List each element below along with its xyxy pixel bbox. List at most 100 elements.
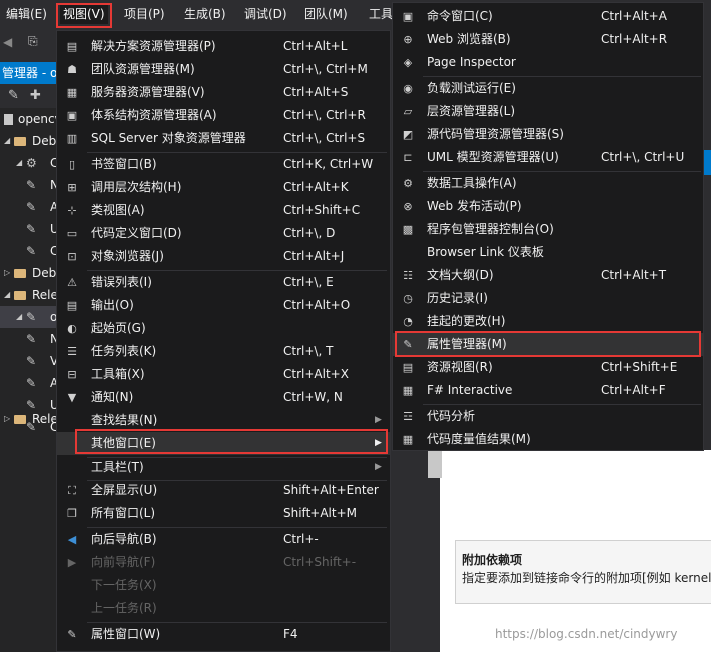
expanded-triangle-icon[interactable]: ◢ [16, 306, 22, 328]
navigate-back-icon[interactable]: ◀ [3, 35, 12, 49]
code-definition-icon: ▭ [66, 227, 78, 240]
menu-item-solution-explorer[interactable]: ▤ 解决方案资源管理器(P) Ctrl+Alt+L [57, 35, 390, 58]
menu-item-web-browser[interactable]: ⊕ Web 浏览器(B) Ctrl+Alt+R [393, 28, 703, 51]
menu-item-history[interactable]: ◷ 历史记录(I) [393, 287, 703, 310]
tree-item-file[interactable]: ✎ V [0, 350, 58, 372]
wrench-icon: ✎ [26, 376, 37, 390]
wrench-icon: ✎ [26, 244, 37, 258]
scrollbar-thumb[interactable] [428, 450, 442, 478]
tree-item-folder[interactable]: ◢ Rele [0, 284, 58, 306]
data-tools-icon: ⚙ [403, 177, 413, 190]
history-icon: ◷ [403, 292, 413, 305]
menu-item-toolbox[interactable]: ⊟ 工具箱(X) Ctrl+Alt+X [57, 363, 390, 386]
tree-item-file-selected[interactable]: ◢ ✎ o [0, 306, 58, 328]
menu-item-command-window[interactable]: ▣ 命令窗口(C) Ctrl+Alt+A [393, 5, 703, 28]
tree-item-folder[interactable]: ◢ Deb [0, 130, 58, 152]
notifications-icon: ▼ [67, 391, 77, 404]
tree-item-file[interactable]: ✎ U [0, 218, 58, 240]
task-list-icon: ☰ [67, 345, 77, 358]
tree-item-folder[interactable]: ▷ Rele [0, 408, 58, 430]
menu-build[interactable]: 生成(B) [181, 4, 229, 24]
menu-item-next-task[interactable]: 下一任务(X) [57, 574, 390, 597]
menu-item-toolbars[interactable]: 工具栏(T) ▶ [57, 456, 390, 479]
menu-item-previous-task[interactable]: 上一任务(R) [57, 597, 390, 620]
submenu-arrow-icon: ▶ [375, 415, 382, 425]
expanded-triangle-icon[interactable]: ◢ [4, 130, 10, 152]
menu-item-source-control[interactable]: ◩ 源代码管理资源管理器(S) [393, 123, 703, 146]
folder-icon [14, 137, 26, 146]
menu-item-object-browser[interactable]: ⊡ 对象浏览器(J) Ctrl+Alt+J [57, 245, 390, 268]
code-metrics-icon: ▦ [402, 433, 414, 446]
folder-icon [14, 415, 26, 424]
collapsed-triangle-icon[interactable]: ▷ [4, 408, 10, 430]
menu-item-team-explorer[interactable]: ☗ 团队资源管理器(M) Ctrl+\, Ctrl+M [57, 58, 390, 81]
folder-icon [14, 269, 26, 278]
menu-item-code-definition[interactable]: ▭ 代码定义窗口(D) Ctrl+\, D [57, 222, 390, 245]
menu-item-architecture-explorer[interactable]: ▣ 体系结构资源管理器(A) Ctrl+\, Ctrl+R [57, 104, 390, 127]
tree-item-file[interactable]: ✎ N [0, 174, 58, 196]
submenu-arrow-icon: ▶ [375, 462, 382, 472]
menu-item-pending-changes[interactable]: ◔ 挂起的更改(H) [393, 310, 703, 333]
call-hierarchy-icon: ⊞ [67, 181, 77, 194]
solution-explorer-title[interactable]: 管理器 - o [0, 62, 60, 84]
menu-team[interactable]: 团队(M) [301, 4, 351, 24]
menu-item-bookmark-window[interactable]: ▯ 书签窗口(B) Ctrl+K, Ctrl+W [57, 153, 390, 176]
menu-item-all-windows[interactable]: ❐ 所有窗口(L) Shift+Alt+M [57, 502, 390, 525]
menu-item-output[interactable]: ▤ 输出(O) Ctrl+Alt+O [57, 294, 390, 317]
tree-item-project[interactable]: opencv [0, 108, 58, 130]
tree-item-file[interactable]: ✎ C [0, 240, 58, 262]
menu-edit[interactable]: 编辑(E) [3, 4, 50, 24]
menu-item-notifications[interactable]: ▼ 通知(N) Ctrl+W, N [57, 386, 390, 409]
menu-item-navigate-back[interactable]: ◀ 向后导航(B) Ctrl+- [57, 528, 390, 551]
menu-item-fsharp-interactive[interactable]: ▦ F# Interactive Ctrl+Alt+F [393, 379, 703, 402]
architecture-explorer-icon: ▣ [66, 109, 78, 122]
menu-item-full-screen[interactable]: ⛶ 全屏显示(U) Shift+Alt+Enter [57, 479, 390, 502]
menu-item-web-publish[interactable]: ⊗ Web 发布活动(P) [393, 195, 703, 218]
menu-item-package-manager[interactable]: ▩ 程序包管理器控制台(O) [393, 218, 703, 241]
menu-item-find-results[interactable]: 查找结果(N) ▶ [57, 409, 390, 432]
menu-item-code-analysis[interactable]: ☲ 代码分析 [393, 405, 703, 428]
menu-item-data-tools[interactable]: ⚙ 数据工具操作(A) [393, 172, 703, 195]
gear-icon: ⚙ [26, 156, 37, 170]
menu-item-page-inspector[interactable]: ◈ Page Inspector [393, 51, 703, 74]
tree-item-file[interactable]: ✎ A [0, 372, 58, 394]
error-list-icon: ⚠ [67, 276, 77, 289]
tree-item-file[interactable]: ✎ N [0, 328, 58, 350]
wrench-icon[interactable]: ✎ [8, 88, 19, 103]
menu-item-document-outline[interactable]: ☷ 文档大纲(D) Ctrl+Alt+T [393, 264, 703, 287]
add-icon[interactable]: ✚ [30, 88, 41, 103]
menu-item-start-page[interactable]: ◐ 起始页(G) [57, 317, 390, 340]
pending-changes-icon: ◔ [403, 315, 413, 328]
menu-item-other-windows[interactable]: 其他窗口(E) ▶ [57, 432, 390, 455]
expanded-triangle-icon[interactable]: ◢ [4, 284, 10, 306]
tree-item-file[interactable]: ◢ ⚙ C [0, 152, 58, 174]
fsharp-interactive-icon: ▦ [402, 384, 414, 397]
menu-item-load-test[interactable]: ◉ 负载测试运行(E) [393, 77, 703, 100]
menu-view[interactable]: 视图(V) [60, 4, 108, 24]
menu-project[interactable]: 项目(P) [121, 4, 168, 24]
menu-item-error-list[interactable]: ⚠ 错误列表(I) Ctrl+\, E [57, 271, 390, 294]
project-icon [4, 114, 13, 125]
other-windows-submenu: ▣ 命令窗口(C) Ctrl+Alt+A ⊕ Web 浏览器(B) Ctrl+A… [392, 2, 704, 451]
menu-item-code-metrics[interactable]: ▦ 代码度量值结果(M) [393, 428, 703, 451]
tree-item-file[interactable]: ✎ A [0, 196, 58, 218]
menu-item-property-manager[interactable]: ✎ 属性管理器(M) [393, 333, 703, 356]
menu-item-task-list[interactable]: ☰ 任务列表(K) Ctrl+\, T [57, 340, 390, 363]
menu-item-resource-view[interactable]: ▤ 资源视图(R) Ctrl+Shift+E [393, 356, 703, 379]
menu-item-sql-server[interactable]: ▥ SQL Server 对象资源管理器 Ctrl+\, Ctrl+S [57, 127, 390, 150]
menu-item-navigate-forward[interactable]: ▶ 向前导航(F) Ctrl+Shift+- [57, 551, 390, 574]
expanded-triangle-icon[interactable]: ◢ [16, 152, 22, 174]
menu-item-class-view[interactable]: ⊹ 类视图(A) Ctrl+Shift+C [57, 199, 390, 222]
server-explorer-icon: ▦ [66, 86, 78, 99]
new-project-icon[interactable]: ⎘ [28, 34, 38, 49]
menu-debug[interactable]: 调试(D) [241, 4, 290, 24]
menu-item-uml-model[interactable]: ⊏ UML 模型资源管理器(U) Ctrl+\, Ctrl+U [393, 146, 703, 169]
solution-explorer-toolbar: ✎ ✚ [0, 84, 58, 108]
menu-item-server-explorer[interactable]: ▦ 服务器资源管理器(V) Ctrl+Alt+S [57, 81, 390, 104]
menu-item-call-hierarchy[interactable]: ⊞ 调用层次结构(H) Ctrl+Alt+K [57, 176, 390, 199]
menu-item-properties-window[interactable]: ✎ 属性窗口(W) F4 [57, 623, 390, 646]
menu-item-browser-link[interactable]: Browser Link 仪表板 [393, 241, 703, 264]
collapsed-triangle-icon[interactable]: ▷ [4, 262, 10, 284]
tree-item-folder[interactable]: ▷ Deb [0, 262, 58, 284]
menu-item-layer-explorer[interactable]: ▱ 层资源管理器(L) [393, 100, 703, 123]
